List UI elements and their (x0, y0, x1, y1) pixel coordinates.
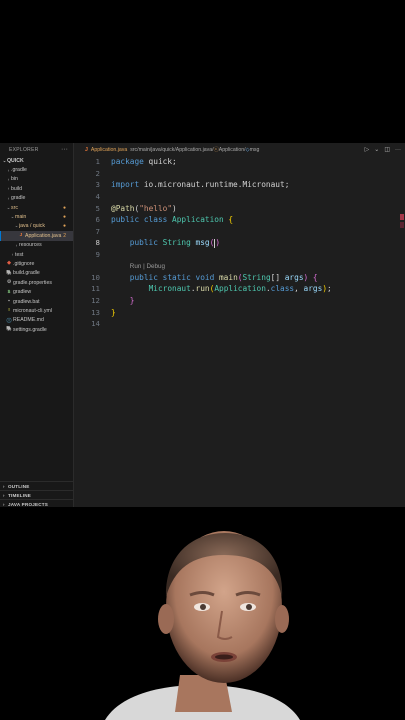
tree-file[interactable]: ! micronaut-cli.yml (0, 306, 73, 315)
tree-item-label: build (11, 185, 22, 192)
run-debug-lens: Run | Debug (129, 263, 166, 271)
tree-item-label: Application.java (25, 232, 62, 239)
tree-file[interactable]: ◆ .gitignore (0, 259, 73, 268)
file-type-icon: 🐘 (6, 270, 12, 276)
tree-item-label: .gitignore (13, 260, 35, 267)
tree-folder[interactable]: › build (0, 184, 73, 193)
run-dropdown-icon[interactable]: ⌄ (374, 146, 379, 153)
tree-folder[interactable]: ⌄ java / quick ● (0, 222, 73, 231)
breadcrumb-path[interactable]: src/main/java/quick/Application.java/ (130, 147, 213, 153)
tree-folder[interactable]: › bin (0, 175, 73, 184)
breadcrumb-class[interactable]: Application (219, 147, 244, 153)
tree-file[interactable]: 🐘 settings.gradle (0, 325, 73, 334)
tree-item-label: README.md (13, 317, 44, 324)
more-actions-icon[interactable]: ··· (395, 147, 401, 153)
editor-scrollbar[interactable] (397, 156, 405, 507)
tree-item-label: gradlew (13, 289, 32, 296)
panel-label: TIMELINE (8, 492, 32, 498)
editor-actions: ▷ ⌄ ◫ ··· (365, 143, 401, 156)
tree-folder[interactable]: › gradle (0, 194, 73, 203)
tree-item-label: gradle (11, 195, 26, 202)
tree-file[interactable]: ⚙ gradle.properties (0, 278, 73, 287)
tree-item-label: main (15, 214, 27, 221)
tree-item-label: build.gradle (13, 270, 40, 277)
tree-file[interactable]: J Application.java 2 (0, 231, 73, 241)
workspace-root[interactable]: ⌄ QUICK (0, 156, 73, 165)
file-tree: ⌄ QUICK › .gradle › bin › build › gradle ⌄ src ● ⌄ mai… (0, 156, 73, 334)
tree-item-label: resources (19, 242, 42, 249)
file-type-icon: ⚙ (6, 280, 12, 286)
explorer-more-icon[interactable]: ··· (61, 146, 68, 153)
git-status-badge: ● (62, 204, 66, 211)
tree-file[interactable]: ⓘ README.md (0, 316, 73, 325)
webcam-overlay (0, 507, 405, 720)
panel-label: OUTLINE (8, 483, 30, 489)
editor-tab-breadcrumb[interactable]: J Application.java src/main/java/quick/A… (75, 143, 405, 156)
tree-file[interactable]: 🐘 build.gradle (0, 269, 73, 278)
file-type-icon: ! (8, 308, 10, 314)
explorer-title: EXPLORER (9, 146, 39, 153)
tree-folder[interactable]: › test (0, 250, 73, 259)
tree-item-label: bin (11, 176, 18, 183)
code-editor[interactable]: 1 package quick; 2 3 import io.micronaut.r… (75, 156, 397, 507)
file-type-icon: ⓘ (6, 318, 12, 324)
tree-folder[interactable]: › resources (0, 241, 73, 250)
tree-file[interactable]: ▪ gradlew.bat (0, 297, 73, 306)
tree-item-label: gradle.properties (13, 279, 52, 286)
panel-timeline[interactable]: › TIMELINE (0, 490, 74, 499)
tree-item-label: settings.gradle (13, 326, 47, 333)
presenter-video (105, 531, 300, 720)
explorer-sidebar: EXPLORER ··· ⌄ QUICK › .gradle › bin › build › gr… (0, 143, 74, 507)
tree-item-label: src (11, 204, 18, 211)
git-status-badge: 2 (63, 232, 66, 239)
file-type-icon: 🐘 (6, 327, 12, 333)
tree-folder[interactable]: ⌄ src ● (0, 203, 73, 212)
git-status-badge: ● (62, 223, 66, 230)
error-marker (400, 214, 404, 220)
java-file-icon: J (85, 146, 88, 153)
breadcrumb-field[interactable]: msg (250, 147, 260, 153)
tree-item-label: micronaut-cli.yml (13, 307, 52, 314)
tree-item-label: QUICK (7, 157, 24, 164)
file-type-icon: ◆ (7, 261, 11, 267)
file-type-icon: $ (7, 289, 11, 295)
file-type-icon: J (19, 233, 23, 239)
vscode-window: EXPLORER ··· ⌄ QUICK › .gradle › bin › build › gr… (0, 143, 405, 507)
explorer-header: EXPLORER ··· (0, 143, 73, 156)
tree-item-label: .gradle (11, 167, 27, 174)
error-marker (400, 222, 404, 228)
tree-item-label: java / quick (19, 223, 45, 230)
tree-file[interactable]: $ gradlew (0, 287, 73, 296)
panel-label: JAVA PROJECTS (8, 501, 49, 507)
tree-item-label: test (15, 251, 24, 258)
tree-folder[interactable]: ⌄ main ● (0, 212, 73, 221)
git-status-badge: ● (62, 214, 66, 221)
tab-filename[interactable]: Application.java (91, 147, 127, 153)
run-icon[interactable]: ▷ (365, 146, 370, 153)
tree-item-label: gradlew.bat (13, 298, 40, 305)
panel-outline[interactable]: › OUTLINE (0, 481, 74, 490)
file-type-icon: ▪ (8, 299, 10, 305)
split-editor-icon[interactable]: ◫ (384, 146, 390, 153)
tree-folder[interactable]: › .gradle (0, 165, 73, 174)
editor-area: J Application.java src/main/java/quick/A… (75, 143, 405, 507)
